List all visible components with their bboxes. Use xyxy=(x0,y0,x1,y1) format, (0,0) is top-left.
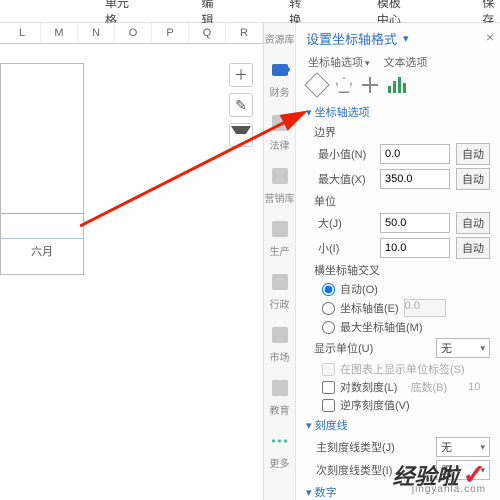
worksheet[interactable]: L M N O P Q R 六月 ＋ ✎ xyxy=(0,23,264,500)
display-unit-select[interactable]: 无 xyxy=(436,338,490,358)
cross-max-radio[interactable] xyxy=(322,321,335,334)
log-scale-checkbox[interactable] xyxy=(322,381,335,394)
panel-close-icon[interactable]: × xyxy=(486,29,494,45)
sidebar-item-label: 更多 xyxy=(270,455,290,470)
sidebar-item-marketing[interactable]: 营销库 xyxy=(265,166,295,205)
sidebar-item-production[interactable]: 生产 xyxy=(270,219,290,258)
bounds-label: 边界 xyxy=(314,124,490,140)
log-scale-label: 对数刻度(L) xyxy=(340,379,397,395)
resource-sidebar: 资源库 财务 法律 营销库 生产 行政 市场 教育 ⋯ xyxy=(264,23,296,500)
more-icon: ⋯ xyxy=(271,431,289,452)
embedded-chart[interactable]: 六月 xyxy=(0,63,84,275)
reverse-order-checkbox[interactable] xyxy=(322,399,335,412)
col-M[interactable]: M xyxy=(41,23,78,43)
production-icon xyxy=(272,221,288,237)
max-input[interactable] xyxy=(380,169,450,189)
format-category-icons xyxy=(308,76,490,94)
col-L[interactable]: L xyxy=(4,23,41,43)
resource-lib-label[interactable]: 资源库 xyxy=(265,31,295,46)
funnel-icon xyxy=(231,126,251,144)
cross-label: 横坐标轴交叉 xyxy=(314,262,490,278)
education-icon xyxy=(272,380,288,396)
reverse-order-label: 逆序刻度值(V) xyxy=(340,397,410,413)
max-auto-button[interactable]: 自动 xyxy=(456,168,490,190)
chart-options-icon[interactable] xyxy=(388,77,406,93)
watermark-url: jingyanla.com xyxy=(412,484,486,495)
panel-dropdown-icon[interactable]: ▾ xyxy=(403,32,409,45)
col-P[interactable]: P xyxy=(152,23,189,43)
section-axis-options[interactable]: 坐标轴选项 xyxy=(306,104,490,120)
watermark: 经验啦 ✓ jingyanla.com xyxy=(393,458,486,491)
cross-value-label: 坐标轴值(E) xyxy=(340,300,399,316)
display-unit-label: 显示单位(U) xyxy=(314,340,388,356)
tab-axis-options[interactable]: 坐标轴选项▾ xyxy=(308,54,370,70)
minor-unit-input[interactable] xyxy=(380,238,450,258)
fill-icon[interactable] xyxy=(304,72,329,97)
market-icon xyxy=(272,327,288,343)
major-auto-button[interactable]: 自动 xyxy=(456,212,490,234)
minor-unit-label: 小(I) xyxy=(318,240,374,256)
sidebar-item-legal[interactable]: 法律 xyxy=(270,113,290,152)
cross-max-label: 最大坐标轴值(M) xyxy=(340,319,423,335)
sidebar-item-label: 行政 xyxy=(270,296,290,311)
sidebar-item-education[interactable]: 教育 xyxy=(270,378,290,417)
chart-x-label: 六月 xyxy=(31,243,53,259)
chart-add-icon[interactable]: ＋ xyxy=(229,63,253,87)
cross-auto-radio[interactable] xyxy=(322,283,335,296)
sidebar-item-admin[interactable]: 行政 xyxy=(270,272,290,311)
sidebar-item-market[interactable]: 市场 xyxy=(270,325,290,364)
format-axis-panel: 设置坐标轴格式 ▾ × 坐标轴选项▾ 文本选项 坐标轴选项 边界 最小值(N) … xyxy=(296,23,500,500)
min-label: 最小值(N) xyxy=(318,146,374,162)
log-base-label: 底数(B) xyxy=(411,379,448,395)
panel-title: 设置坐标轴格式 xyxy=(306,29,397,48)
wallet-icon xyxy=(272,64,288,76)
effects-icon[interactable] xyxy=(336,77,352,93)
log-base-value: 10 xyxy=(460,381,488,393)
sidebar-item-label: 法律 xyxy=(270,137,290,152)
show-unit-label-text: 在图表上显示单位标签(S) xyxy=(340,361,465,377)
legal-icon xyxy=(272,115,288,131)
sidebar-item-label: 营销库 xyxy=(265,190,295,205)
tick-minor-label: 次刻度线类型(I) xyxy=(316,462,402,478)
sidebar-item-label: 市场 xyxy=(270,349,290,364)
col-O[interactable]: O xyxy=(115,23,152,43)
minor-auto-button[interactable]: 自动 xyxy=(456,237,490,259)
size-icon[interactable] xyxy=(362,77,378,93)
major-unit-label: 大(J) xyxy=(318,215,374,231)
sidebar-item-label: 生产 xyxy=(270,243,290,258)
chart-tool-pills: ＋ ✎ xyxy=(229,63,253,147)
min-input[interactable] xyxy=(380,144,450,164)
major-unit-input[interactable] xyxy=(380,213,450,233)
admin-icon xyxy=(272,274,288,290)
chart-series-line xyxy=(1,213,83,214)
marketing-icon xyxy=(272,168,288,184)
sidebar-item-label: 财务 xyxy=(270,84,290,99)
sidebar-item-more[interactable]: ⋯ 更多 xyxy=(270,431,290,470)
cross-value-radio[interactable] xyxy=(322,302,335,315)
max-label: 最大值(X) xyxy=(318,171,374,187)
chart-filter-icon[interactable] xyxy=(229,123,253,147)
sidebar-item-label: 教育 xyxy=(270,402,290,417)
tick-major-label: 主刻度线类型(J) xyxy=(316,439,402,455)
col-Q[interactable]: Q xyxy=(189,23,226,43)
panel-tabs: 坐标轴选项▾ 文本选项 xyxy=(308,54,490,70)
section-ticks[interactable]: 刻度线 xyxy=(306,417,490,433)
top-tab-bar: 单元格 编辑 转换 模板中心 保存 xyxy=(0,0,500,23)
sidebar-item-finance[interactable]: 财务 xyxy=(270,60,290,99)
col-R[interactable]: R xyxy=(226,23,263,43)
chart-axis-line xyxy=(1,238,83,239)
show-unit-label-checkbox xyxy=(322,363,335,376)
unit-label: 单位 xyxy=(314,193,490,209)
cross-auto-label: 自动(O) xyxy=(340,281,378,297)
min-auto-button[interactable]: 自动 xyxy=(456,143,490,165)
chart-style-icon[interactable]: ✎ xyxy=(229,93,253,117)
column-headers: L M N O P Q R xyxy=(0,23,263,44)
col-N[interactable]: N xyxy=(78,23,115,43)
tick-major-select[interactable]: 无 xyxy=(436,437,490,457)
tab-text-options[interactable]: 文本选项 xyxy=(384,54,428,70)
cross-value-input: 0.0 xyxy=(404,299,446,317)
